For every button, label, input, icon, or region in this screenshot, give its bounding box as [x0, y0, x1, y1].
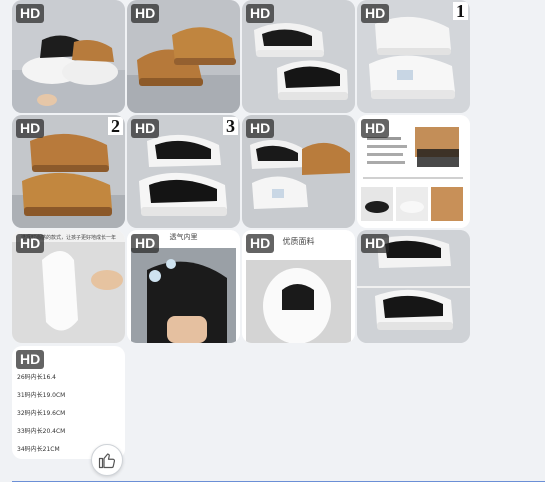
size-line: 34码内长21CM [17, 446, 60, 453]
gallery-image-3[interactable]: HD [242, 0, 355, 113]
gallery-image-10[interactable]: 透气内里 HD [127, 230, 240, 343]
gallery-image-7[interactable]: HD [242, 115, 355, 228]
gallery-image-4[interactable]: HD 1 [357, 0, 470, 113]
size-line: 33码内长20.4CM [17, 428, 66, 435]
hd-badge: HD [131, 119, 160, 138]
hd-badge: HD [361, 4, 390, 23]
gallery-image-1[interactable]: HD [12, 0, 125, 113]
size-line: 32码内长19.6CM [17, 410, 66, 417]
hd-badge: HD [16, 119, 45, 138]
size-line: 26码内长16.4 [17, 374, 56, 381]
gallery-image-13[interactable]: HD 26码内长16.4 31码内长19.0CM 32码内长19.6CM 33码… [12, 346, 125, 459]
hd-badge: HD [246, 234, 275, 253]
image-number-label: 1 [453, 2, 468, 20]
image-number-label: 3 [223, 117, 238, 135]
gallery-image-2[interactable]: HD [127, 0, 240, 113]
gallery-image-12[interactable]: HD [357, 230, 470, 343]
hd-badge: HD [246, 119, 275, 138]
image-number-label: 2 [108, 117, 123, 135]
hd-badge: HD [361, 119, 390, 138]
gallery-image-9[interactable]: 选择时尚感的款式，让孩子更好地成长一年 HD [12, 230, 125, 343]
size-line: 31码内长19.0CM [17, 392, 66, 399]
hd-badge: HD [246, 4, 275, 23]
gallery-image-8[interactable]: HD [357, 115, 470, 228]
thumbs-up-icon [98, 453, 116, 469]
hd-badge: HD [131, 4, 160, 23]
hd-badge: HD [16, 4, 45, 23]
hd-badge: HD [361, 234, 390, 253]
hd-badge: HD [131, 234, 160, 253]
gallery-image-5[interactable]: HD 2 [12, 115, 125, 228]
like-button[interactable] [91, 444, 123, 476]
hd-badge: HD [16, 234, 45, 253]
gallery-image-11[interactable]: 优质面料 HD [242, 230, 355, 343]
hd-badge: HD [16, 350, 45, 369]
gallery-image-6[interactable]: HD 3 [127, 115, 240, 228]
